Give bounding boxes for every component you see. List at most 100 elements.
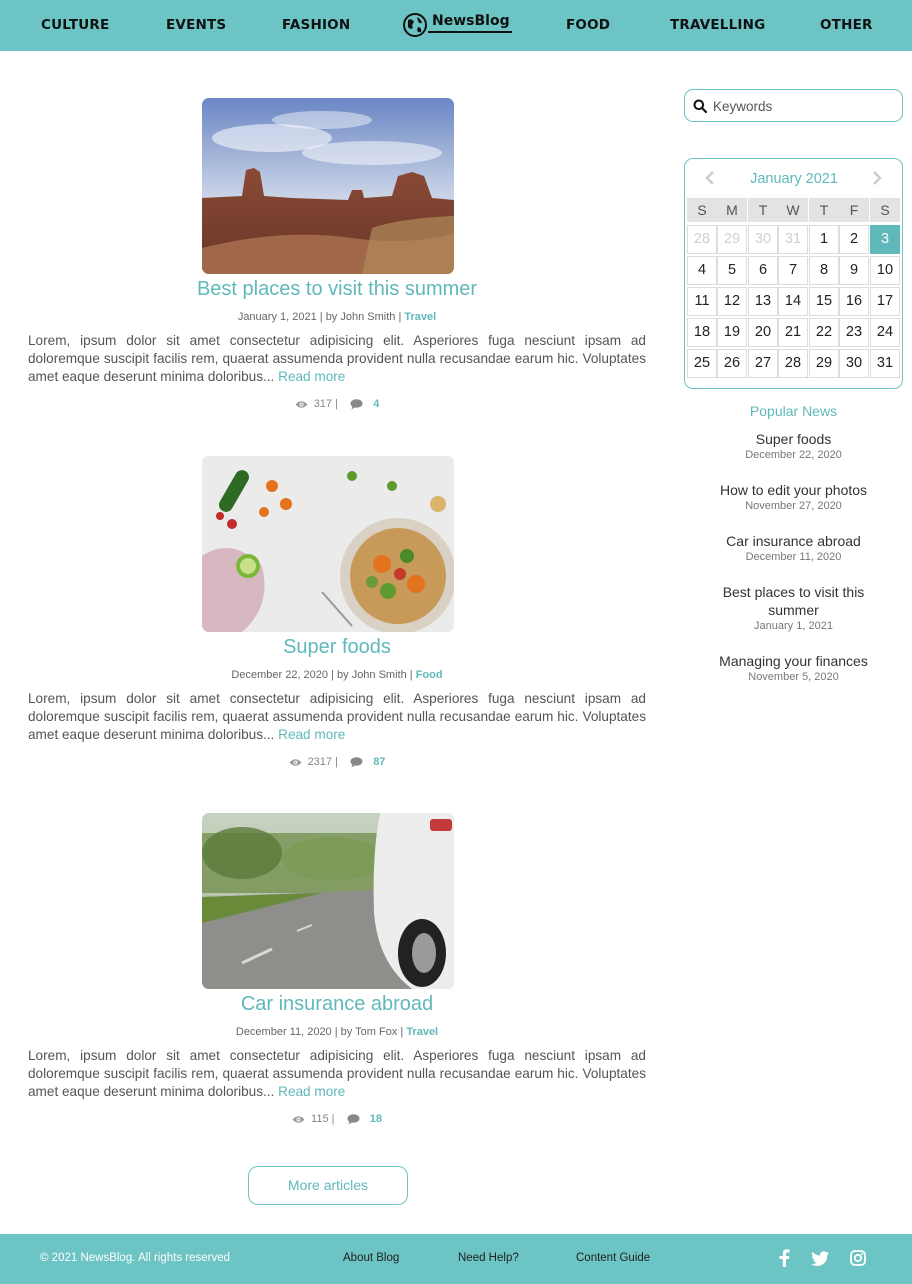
calendar-day[interactable]: 28 [778,349,808,378]
article-meta: December 11, 2020 | by Tom Fox | Travel [235,1026,439,1038]
calendar-day[interactable]: 12 [717,287,747,316]
popular-news-date: December 22, 2020 [745,449,842,461]
calendar-day[interactable]: 18 [687,318,717,347]
article-meta: December 22, 2020 | by John Smith | Food [231,669,443,681]
article-excerpt: Lorem, ipsum dolor sit amet consectetur … [28,690,646,744]
top-navigation: CULTURE EVENTS FASHION NewsBlog FOOD TRA… [0,0,912,51]
article-title[interactable]: Car insurance abroad [28,993,646,1016]
calendar-day[interactable]: 23 [839,318,869,347]
nav-item-events[interactable]: EVENTS [166,17,226,33]
instagram-icon[interactable] [850,1250,866,1266]
newsblog-logo[interactable]: NewsBlog [402,10,514,40]
calendar-day[interactable]: 29 [717,225,747,254]
calendar-day[interactable]: 9 [839,256,869,285]
calendar-day[interactable]: 14 [778,287,808,316]
popular-news-name[interactable]: Car insurance abroad [694,532,893,550]
calendar-day[interactable]: 27 [748,349,778,378]
popular-news-name[interactable]: Best places to visit this summer [710,583,877,619]
calendar-day[interactable]: 28 [687,225,717,254]
calendar-day[interactable]: 8 [809,256,839,285]
popular-news-item[interactable]: Best places to visit this summer January… [710,583,877,632]
calendar-day[interactable]: 1 [809,225,839,254]
calendar-widget: January 2021 S M T W T F S 28 29 30 31 1 2 3 4 5 6 7 8 9 10 1… [684,158,903,389]
article-category[interactable]: Travel [406,1026,438,1038]
nav-item-food[interactable]: FOOD [566,17,610,33]
calendar-day[interactable]: 5 [717,256,747,285]
comment-count[interactable]: 18 [370,1113,382,1125]
popular-news-item[interactable]: Super foods December 22, 2020 [694,430,893,461]
more-articles-button[interactable]: More articles [248,1166,408,1205]
calendar-day[interactable]: 29 [809,349,839,378]
calendar-day[interactable]: 6 [748,256,778,285]
article-category[interactable]: Travel [404,311,436,323]
calendar-day[interactable]: 20 [748,318,778,347]
popular-news-date: December 11, 2020 [745,551,842,563]
article-card: Super foods December 22, 2020 | by John … [28,456,646,786]
calendar-day[interactable]: 30 [839,349,869,378]
article-image-car[interactable] [202,813,454,989]
article-image-desert[interactable] [202,98,454,274]
calendar-day[interactable]: 25 [687,349,717,378]
calendar-day[interactable]: 4 [687,256,717,285]
calendar-weekday: S [870,198,900,222]
popular-news-name[interactable]: How to edit your photos [694,481,893,499]
footer: © 2021 NewsBlog. All rights reserved Abo… [0,1234,912,1284]
calendar-day[interactable]: 30 [748,225,778,254]
calendar-month-title: January 2021 [750,171,838,187]
article-card: Best places to visit this summer January… [28,98,646,428]
read-more-link[interactable]: Read more [278,369,345,384]
view-count: 317 [313,398,333,410]
article-excerpt: Lorem, ipsum dolor sit amet consectetur … [28,332,646,386]
nav-item-travelling[interactable]: TRAVELLING [670,17,765,33]
calendar-weekday: S [687,198,717,222]
nav-item-culture[interactable]: CULTURE [41,17,109,33]
popular-news-name[interactable]: Managing your finances [694,652,893,670]
search-icon [693,99,707,113]
comment-count[interactable]: 87 [373,756,385,768]
calendar-day[interactable]: 7 [778,256,808,285]
footer-link-help[interactable]: Need Help? [458,1252,519,1264]
facebook-icon[interactable] [778,1249,790,1267]
calendar-day[interactable]: 10 [870,256,900,285]
footer-link-about[interactable]: About Blog [343,1252,399,1264]
nav-item-other[interactable]: OTHER [820,17,873,33]
article-author: by John Smith [325,311,396,323]
nav-item-fashion[interactable]: FASHION [282,17,350,33]
article-image-food[interactable] [202,456,454,632]
calendar-day[interactable]: 21 [778,318,808,347]
popular-news-name[interactable]: Super foods [694,430,893,448]
comment-icon [350,398,363,410]
calendar-day[interactable]: 16 [839,287,869,316]
article-author: by John Smith [337,669,407,681]
calendar-day[interactable]: 17 [870,287,900,316]
popular-news-item[interactable]: Managing your finances November 5, 2020 [694,652,893,683]
calendar-day[interactable]: 31 [778,225,808,254]
comment-count[interactable]: 4 [373,398,379,410]
calendar-day[interactable]: 24 [870,318,900,347]
calendar-day[interactable]: 11 [687,287,717,316]
calendar-day[interactable]: 26 [717,349,747,378]
calendar-weekday: M [717,198,747,222]
calendar-day[interactable]: 22 [809,318,839,347]
popular-news-item[interactable]: How to edit your photos November 27, 202… [694,481,893,512]
calendar-day[interactable]: 2 [839,225,869,254]
calendar-weekday: W [778,198,808,222]
copyright-text: © 2021 NewsBlog. All rights reserved [40,1252,231,1264]
calendar-day[interactable]: 15 [809,287,839,316]
calendar-day[interactable]: 13 [748,287,778,316]
search-input[interactable] [713,95,893,117]
footer-link-content-guide[interactable]: Content Guide [576,1252,650,1264]
calendar-day-selected[interactable]: 3 [870,225,900,254]
calendar-day[interactable]: 19 [717,318,747,347]
article-title[interactable]: Super foods [28,636,646,659]
read-more-link[interactable]: Read more [278,727,345,742]
article-title[interactable]: Best places to visit this summer [28,278,646,301]
read-more-link[interactable]: Read more [278,1084,345,1099]
chevron-left-icon[interactable] [704,170,716,186]
article-category[interactable]: Food [416,669,443,681]
chevron-right-icon[interactable] [871,170,883,186]
twitter-icon[interactable] [811,1251,829,1266]
calendar-day[interactable]: 31 [870,349,900,378]
popular-news-item[interactable]: Car insurance abroad December 11, 2020 [694,532,893,563]
calendar-weekday: F [839,198,869,222]
